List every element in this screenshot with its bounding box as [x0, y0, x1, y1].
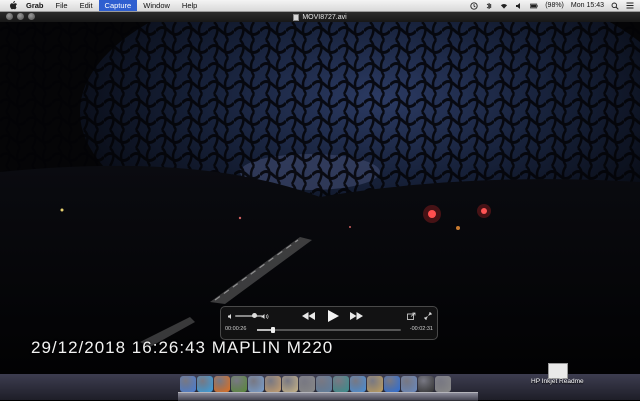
firefox-icon[interactable] [214, 376, 230, 392]
app-icon[interactable] [231, 376, 247, 392]
time-machine-icon[interactable] [470, 1, 478, 10]
document-icon [293, 13, 300, 21]
time-machine-icon[interactable] [401, 376, 417, 392]
volume-knob[interactable] [251, 313, 257, 318]
photos-icon[interactable] [265, 376, 281, 392]
menu-help[interactable]: Help [176, 0, 203, 11]
minimize-window-button[interactable] [17, 13, 24, 20]
notification-center-icon[interactable] [626, 2, 634, 10]
trash-icon[interactable] [435, 376, 451, 392]
volume-icon[interactable] [515, 2, 523, 10]
fullscreen-icon[interactable] [423, 311, 432, 320]
scrubber-handle[interactable] [270, 327, 275, 333]
desktop-file-icon[interactable] [548, 363, 568, 379]
elapsed-time: 00:00:26 [225, 326, 247, 332]
finder-icon[interactable] [180, 376, 196, 392]
volume-slider[interactable] [235, 315, 262, 317]
itunes-icon[interactable] [333, 376, 349, 392]
desktop-file-label[interactable]: HP Inkjet Readme [531, 378, 584, 385]
quicktime-icon[interactable] [384, 376, 400, 392]
apple-menu-icon[interactable] [9, 1, 17, 10]
wifi-icon[interactable] [500, 2, 508, 10]
play-button[interactable] [326, 309, 340, 323]
dock-icons [180, 376, 451, 394]
preview-icon[interactable] [282, 376, 298, 392]
status-area: (98%) Mon 15:43 [470, 0, 634, 11]
playback-controls: 00:00:26 -00:02:31 [220, 306, 438, 340]
rewind-button[interactable] [301, 310, 315, 322]
battery-icon[interactable] [530, 2, 538, 10]
scrubber-bar[interactable] [257, 327, 401, 333]
zoom-window-button[interactable] [28, 13, 35, 20]
menu-clock[interactable]: Mon 15:43 [571, 2, 604, 9]
window-title: MOVI8727.avi [302, 13, 347, 21]
tools-icon[interactable] [299, 376, 315, 392]
menu-bar: Grab File Edit Capture Window Help (98%)… [0, 0, 640, 12]
menu-edit[interactable]: Edit [74, 0, 99, 11]
video-timestamp-overlay: 29/12/2018 16:26:43 MAPLIN M220 [31, 338, 334, 357]
bluetooth-icon[interactable] [485, 2, 493, 10]
remaining-time: -00:02:31 [409, 326, 433, 332]
network-icon[interactable] [316, 376, 332, 392]
close-window-button[interactable] [6, 13, 13, 20]
battery-percent: (98%) [545, 2, 564, 9]
appstore-icon[interactable] [350, 376, 366, 392]
window-title-bar[interactable]: MOVI8727.avi [0, 12, 640, 22]
share-icon[interactable] [407, 311, 416, 320]
volume-max-icon[interactable] [261, 312, 269, 320]
mail-icon[interactable] [248, 376, 264, 392]
safari-icon[interactable] [197, 376, 213, 392]
menu-app-name[interactable]: Grab [26, 0, 50, 11]
menu-file[interactable]: File [50, 0, 74, 11]
window-controls [6, 13, 35, 20]
fast-forward-button[interactable] [349, 310, 363, 322]
spotlight-icon[interactable] [611, 2, 619, 10]
music-icon[interactable] [367, 376, 383, 392]
menu-window[interactable]: Window [137, 0, 176, 11]
volume-mute-icon[interactable] [226, 312, 234, 320]
menu-capture[interactable]: Capture [98, 0, 138, 11]
display-icon[interactable] [418, 376, 434, 392]
